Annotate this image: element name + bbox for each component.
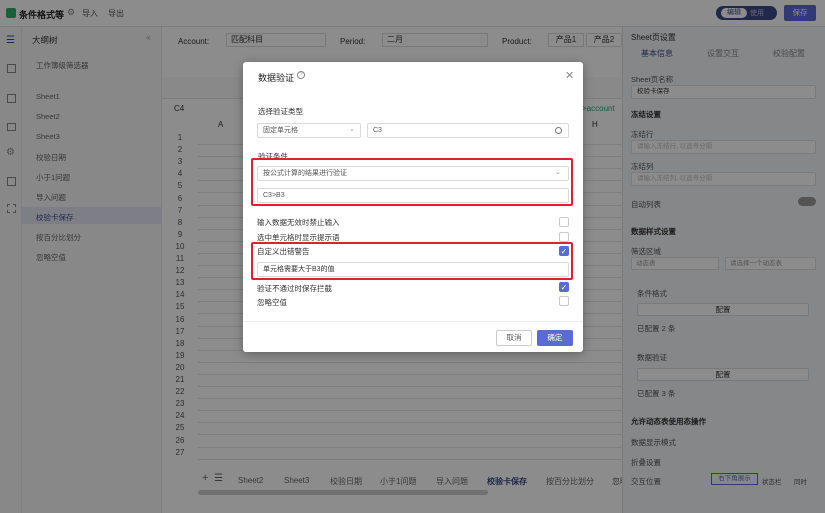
highlight-box-condition [251, 158, 573, 206]
dialog-title: 数据验证 [258, 73, 295, 83]
option-label-forbid-invalid: 输入数据无效时禁止输入 [257, 218, 340, 227]
data-validation-dialog: 数据验证 ? ✕ 选择验证类型 固定单元格 ⌄ C3 验证条件 按公式计算的结果… [243, 62, 583, 352]
highlight-box-warning [251, 242, 573, 280]
close-icon[interactable]: ✕ [565, 69, 574, 82]
checkbox-ignore-empty[interactable] [559, 296, 569, 306]
checkbox-forbid-invalid[interactable] [559, 217, 569, 227]
cell-input[interactable]: C3 [367, 123, 569, 138]
type-select[interactable]: 固定单元格 [257, 123, 361, 138]
ok-button[interactable]: 确定 [537, 330, 573, 346]
option-label-block-save: 验证不通过时保存拦截 [257, 284, 332, 293]
option-label-ignore-empty: 忽略空值 [257, 298, 287, 307]
checkbox-show-tip[interactable] [559, 232, 569, 242]
type-label: 选择验证类型 [258, 107, 303, 116]
info-icon [555, 127, 562, 134]
dialog-divider [243, 321, 583, 322]
help-icon: ? [297, 71, 305, 79]
chevron-down-icon: ⌄ [349, 126, 355, 133]
checkbox-block-save[interactable]: ✓ [559, 282, 569, 292]
cancel-button[interactable]: 取消 [496, 330, 532, 346]
